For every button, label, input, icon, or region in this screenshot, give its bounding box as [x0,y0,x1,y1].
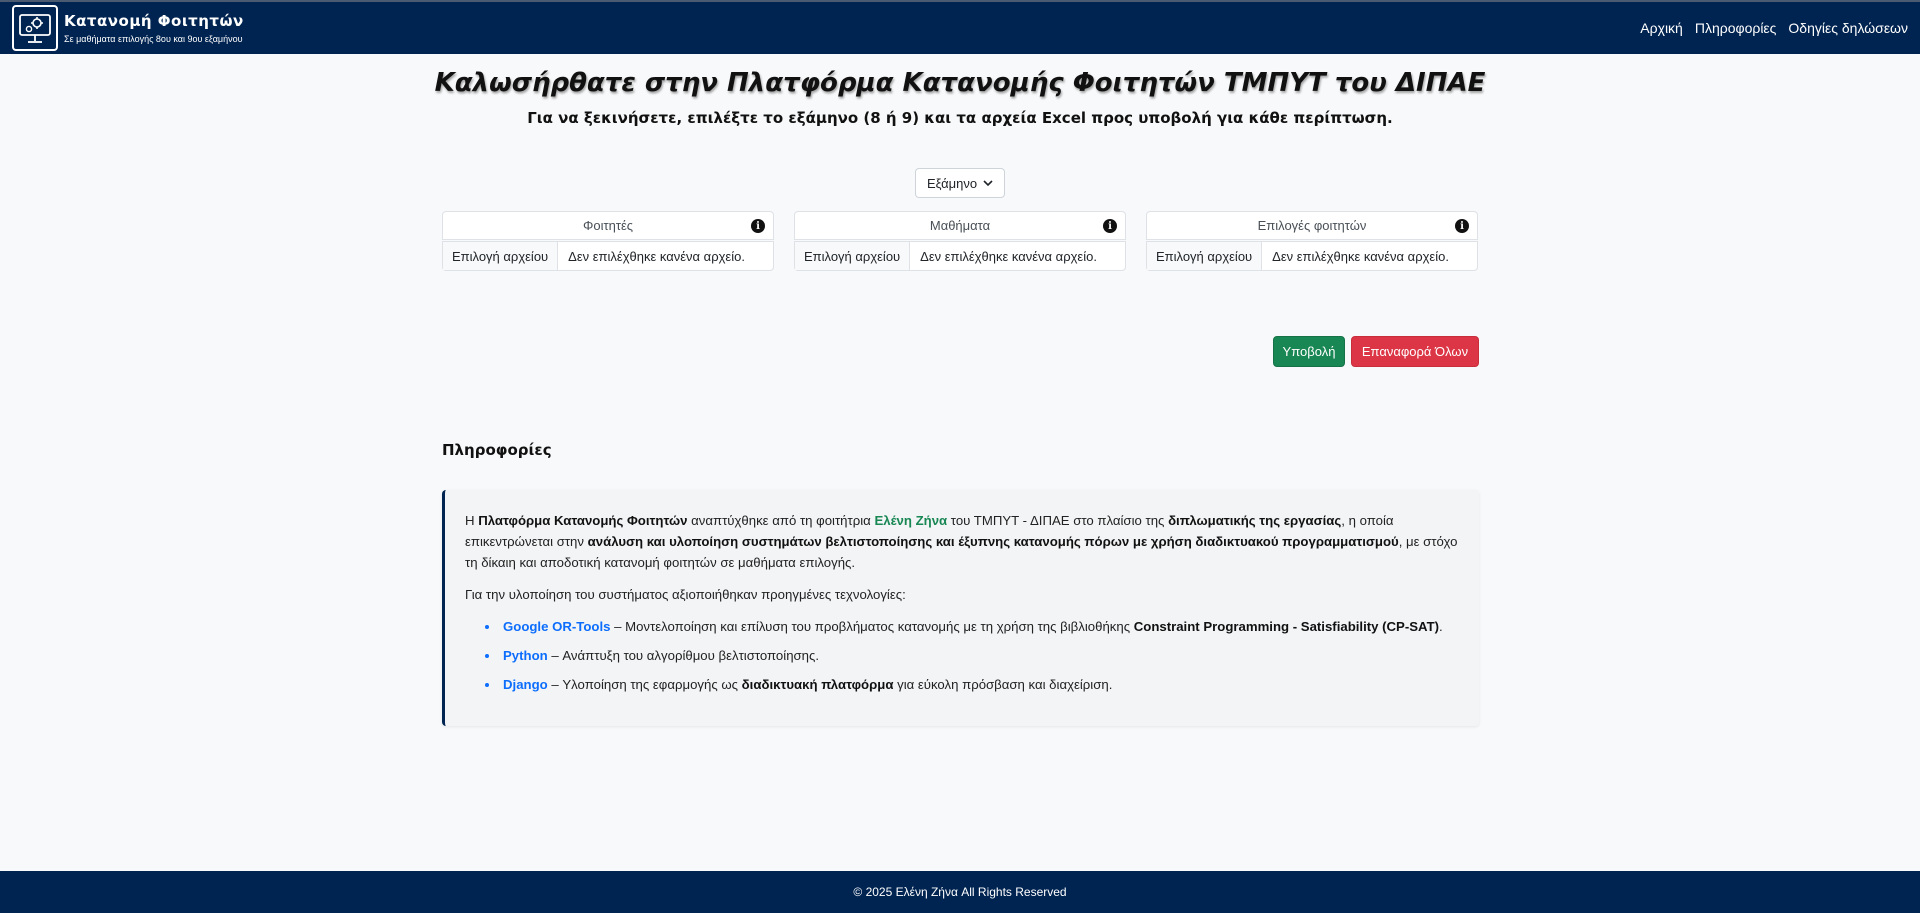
text: – Υλοποίηση της εφαρμογής ως [547,677,742,692]
monitor-gear-logo-icon [12,5,58,51]
nav-link-info[interactable]: Πληροφορίες [1695,20,1777,36]
nav-link-home[interactable]: Αρχική [1640,20,1683,36]
tech-name: Google OR-Tools [503,619,611,634]
upload-card-choices: Επιλογές φοιτητών i Επιλογή αρχείου Δεν … [1146,211,1478,271]
text: για εύκολη πρόσβαση και διαχείριση. [893,677,1113,692]
nav-links: Αρχική Πληροφορίες Οδηγίες δηλώσεων [1628,20,1920,36]
text: – Ανάπτυξη του αλγορίθμου βελτιστοποίηση… [547,648,820,663]
choose-file-button[interactable]: Επιλογή αρχείου [795,242,911,270]
upload-header: Μαθήματα i [794,211,1126,240]
nav-link-instructions[interactable]: Οδηγίες δηλώσεων [1788,20,1908,36]
info-heading: Πληροφορίες [442,441,552,459]
choose-file-button[interactable]: Επιλογή αρχείου [443,242,559,270]
list-item: Google OR-Tools – Μοντελοποίηση και επίλ… [483,616,1459,637]
page-title: Καλωσήρθατε στην Πλατφόρμα Κατανομής Φοι… [434,68,1486,98]
semester-select[interactable]: Εξάμηνο [915,168,1005,198]
file-status: Δεν επιλέχθηκε κανένα αρχείο. [568,248,745,264]
reset-all-button[interactable]: Επαναφορά Όλων [1351,336,1479,367]
upload-header: Επιλογές φοιτητών i [1146,211,1478,240]
thesis-text: διπλωματικής της εργασίας [1168,513,1342,528]
text: αναπτύχθηκε από τη φοιτήτρια [687,513,875,528]
copyright-text: © 2025 Ελένη Ζήνα All Rights Reserved [853,885,1067,899]
info-icon[interactable]: i [1103,219,1117,233]
file-status: Δεν επιλέχθηκε κανένα αρχείο. [920,248,1097,264]
platform-name: Πλατφόρμα Κατανομής Φοιτητών [478,513,688,528]
navbar: Κατανομή Φοιτητών Σε μαθήματα επιλογής 8… [0,0,1920,54]
upload-label: Μαθήματα [929,218,991,233]
file-input-choices[interactable]: Επιλογή αρχείου Δεν επιλέχθηκε κανένα αρ… [1146,241,1478,271]
info-icon[interactable]: i [1455,219,1469,233]
choose-file-button[interactable]: Επιλογή αρχείου [1147,242,1263,270]
tech-intro: Για την υλοποίηση του συστήματος αξιοποι… [465,587,906,602]
file-input-students[interactable]: Επιλογή αρχείου Δεν επιλέχθηκε κανένα αρ… [442,241,774,271]
upload-card-courses: Μαθήματα i Επιλογή αρχείου Δεν επιλέχθηκ… [794,211,1126,271]
footer: © 2025 Ελένη Ζήνα All Rights Reserved [0,871,1920,913]
brand[interactable]: Κατανομή Φοιτητών Σε μαθήματα επιλογής 8… [0,5,244,51]
tech-list: Google OR-Tools – Μοντελοποίηση και επίλ… [465,616,1459,695]
upload-label: Φοιτητές [582,218,634,233]
text: – Μοντελοποίηση και επίλυση του προβλήμα… [610,619,1134,634]
brand-subtitle: Σε μαθήματα επιλογής 8ου και 9ου εξαμήνο… [64,33,243,44]
chevron-down-icon [983,179,993,186]
file-status: Δεν επιλέχθηκε κανένα αρχείο. [1272,248,1449,264]
info-paragraph: Η Πλατφόρμα Κατανομής Φοιτητών αναπτύχθη… [465,510,1459,573]
submit-button[interactable]: Υποβολή [1273,336,1345,367]
text: του ΤΜΠΥΤ - ΔΙΠΑΕ στο πλαίσιο της [947,513,1169,528]
upload-header: Φοιτητές i [442,211,774,240]
tech-name: Django [503,677,548,692]
upload-label: Επιλογές φοιτητών [1257,218,1367,233]
text-bold: Constraint Programming - Satisfiability … [1133,619,1440,634]
file-input-courses[interactable]: Επιλογή αρχείου Δεν επιλέχθηκε κανένα αρ… [794,241,1126,271]
focus-text: ανάλυση και υλοποίηση συστημάτων βελτιστ… [587,534,1399,549]
text: Η [465,513,479,528]
text-bold: διαδικτυακή πλατφόρμα [741,677,894,692]
list-item: Django – Υλοποίηση της εφαρμογής ως διαδ… [483,674,1459,695]
semester-select-label: Εξάμηνο [926,175,978,191]
list-item: Python – Ανάπτυξη του αλγορίθμου βελτιστ… [483,645,1459,666]
upload-card-students: Φοιτητές i Επιλογή αρχείου Δεν επιλέχθηκ… [442,211,774,271]
tech-name: Python [503,648,548,663]
author-name: Ελένη Ζήνα [874,513,948,528]
brand-title: Κατανομή Φοιτητών [64,11,244,30]
info-icon[interactable]: i [751,219,765,233]
info-box: Η Πλατφόρμα Κατανομής Φοιτητών αναπτύχθη… [442,490,1479,726]
text: . [1439,619,1443,634]
page-subtitle: Για να ξεκινήσετε, επιλέξτε το εξάμηνο (… [527,109,1393,127]
